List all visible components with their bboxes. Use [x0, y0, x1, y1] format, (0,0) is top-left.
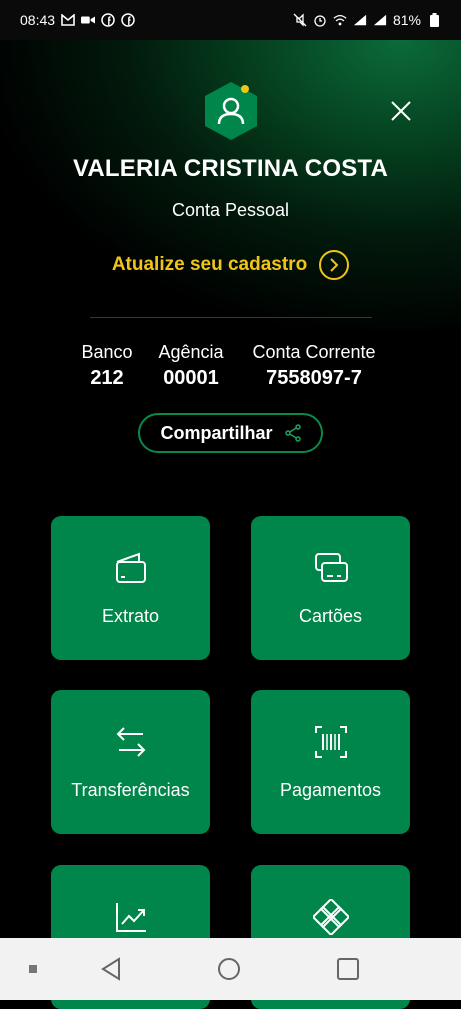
video-icon	[81, 13, 96, 27]
home-button[interactable]	[216, 956, 242, 982]
recent-square-icon[interactable]	[26, 962, 40, 976]
share-button[interactable]: Compartilhar	[138, 413, 323, 453]
back-button[interactable]	[98, 956, 124, 982]
share-icon	[284, 424, 301, 442]
wallet-icon	[111, 548, 151, 588]
agency-value: 00001	[163, 367, 219, 389]
overview-square-icon	[337, 958, 359, 980]
bank-label: Banco	[81, 342, 133, 362]
agency-info: Agência 00001	[150, 342, 232, 390]
barcode-icon	[311, 722, 351, 762]
status-bar: 08:43 81%	[0, 0, 461, 40]
battery-icon	[427, 13, 441, 27]
facebook-icon	[101, 13, 115, 27]
facebook-icon	[121, 13, 135, 27]
wifi-icon	[333, 13, 347, 27]
account-type: Conta Pessoal	[171, 200, 290, 220]
pix-diamond-icon	[311, 897, 351, 937]
back-triangle-icon	[101, 957, 120, 981]
notification-dot	[241, 85, 249, 93]
bank-info: Banco 212	[76, 342, 138, 390]
close-button[interactable]	[384, 94, 418, 128]
bank-value: 212	[90, 367, 124, 389]
account-value: 7558097-7	[266, 367, 362, 389]
tile-cartoes[interactable]: Cartões	[251, 516, 410, 660]
home-circle-icon	[218, 958, 240, 980]
tile-extrato[interactable]: Extrato	[51, 516, 210, 660]
mute-icon	[293, 13, 307, 27]
alarm-icon	[313, 13, 327, 27]
status-right: 81%	[293, 12, 441, 28]
tile-label: Pagamentos	[279, 780, 382, 800]
account-info: Conta Corrente 7558097-7	[244, 342, 384, 390]
battery-percent: 81%	[392, 12, 421, 28]
chart-growth-icon	[111, 897, 151, 937]
navigation-bar	[0, 938, 461, 1000]
tile-label: Transferências	[71, 780, 190, 800]
user-name: VALERIA CRISTINA COSTA	[72, 155, 389, 182]
signal-icon	[373, 13, 387, 27]
tile-transferencias[interactable]: Transferências	[51, 690, 210, 834]
divider	[90, 317, 372, 318]
avatar	[200, 80, 262, 142]
share-label: Compartilhar	[160, 422, 273, 443]
overview-button[interactable]	[335, 956, 361, 982]
status-left: 08:43	[20, 12, 135, 28]
account-label: Conta Corrente	[252, 342, 376, 362]
agency-label: Agência	[158, 342, 224, 362]
cards-icon	[311, 548, 351, 588]
chevron-right-icon	[319, 250, 350, 280]
update-registration-label: Atualize seu cadastro	[111, 254, 308, 275]
status-time: 08:43	[20, 12, 56, 28]
transfer-arrows-icon	[111, 722, 151, 762]
tile-label: Extrato	[101, 606, 160, 626]
signal-icon	[353, 13, 367, 27]
tile-label: Cartões	[298, 606, 363, 626]
close-icon	[391, 101, 411, 121]
tile-pagamentos[interactable]: Pagamentos	[251, 690, 410, 834]
update-registration-link[interactable]: Atualize seu cadastro	[0, 250, 461, 280]
gmail-icon	[61, 13, 75, 27]
